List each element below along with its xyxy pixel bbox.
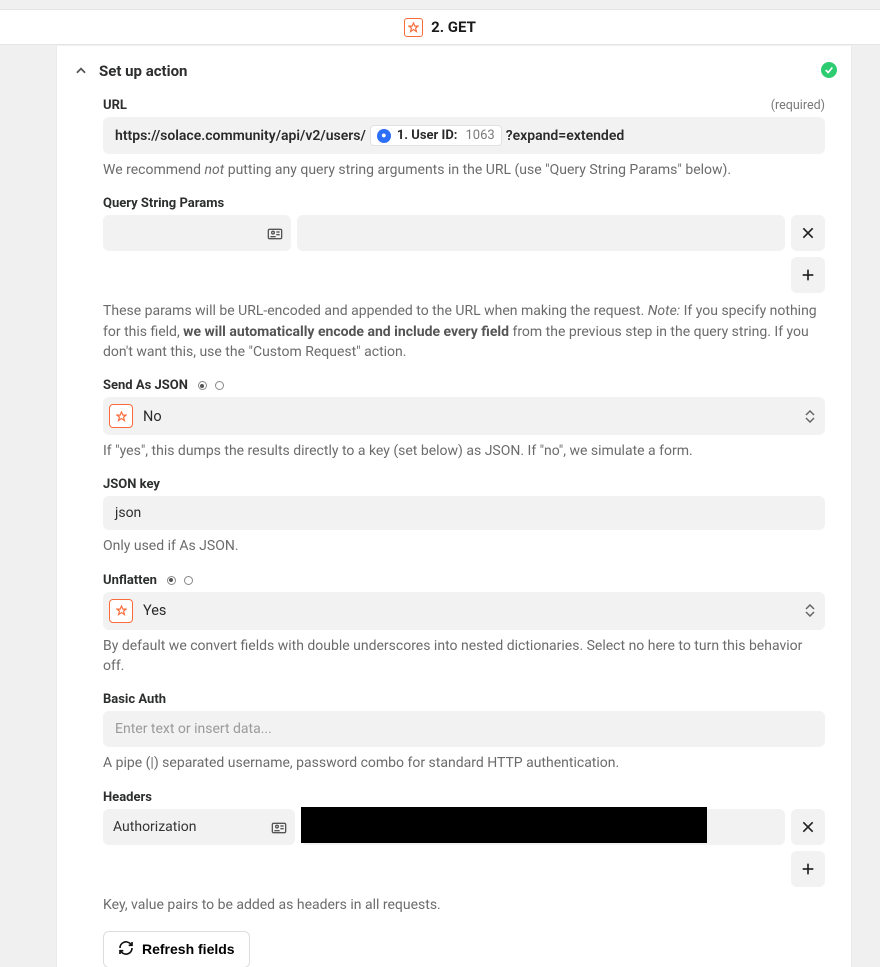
app-icon [109,599,133,623]
field-unflatten: Unflatten Yes [103,573,825,677]
send-json-radio-group[interactable] [198,381,224,390]
app-icon [404,18,423,37]
radio-option-1[interactable] [198,381,207,390]
header-value-input[interactable] [301,809,785,845]
basic-auth-helper: A pipe (|) separated username, password … [103,753,825,773]
url-label: URL [103,98,127,113]
qsp-key-text[interactable] [113,225,267,241]
insert-data-icon[interactable] [267,227,281,239]
status-success-icon [821,62,837,78]
token-value: 1063 [465,128,494,143]
basic-auth-input[interactable] [103,711,825,747]
step-header: 2. GET [0,9,880,45]
unflatten-value: Yes [143,602,166,619]
qsp-key-input[interactable] [103,215,291,251]
unflatten-select[interactable]: Yes [103,592,825,630]
refresh-icon [118,940,134,959]
url-token[interactable]: ● 1. User ID: 1063 [370,125,502,146]
qsp-label: Query String Params [103,196,825,211]
headers-helper: Key, value pairs to be added as headers … [103,895,825,915]
header-remove-button[interactable] [791,809,825,845]
insert-data-icon[interactable] [271,821,285,833]
header-key-input[interactable]: Authorization [103,809,295,845]
refresh-fields-button[interactable]: Refresh fields [103,931,250,967]
url-prefix: https://solace.community/api/v2/users/ [115,128,366,144]
action-panel: Set up action URL (required) https://sol… [56,46,852,967]
field-url: URL (required) https://solace.community/… [103,98,825,180]
unflatten-radio-group[interactable] [167,576,193,585]
select-caret-icon [805,410,815,423]
token-label: 1. User ID: [397,128,458,143]
section-header[interactable]: Set up action [73,62,825,80]
send-json-select[interactable]: No [103,397,825,435]
radio-option-2[interactable] [184,576,193,585]
header-key-text: Authorization [113,819,196,835]
json-key-value: json [115,505,141,521]
qsp-add-button[interactable] [791,257,825,293]
unflatten-helper: By default we convert fields with double… [103,636,825,677]
section-title: Set up action [99,62,187,80]
chevron-up-icon [73,63,89,79]
step-title: 2. GET [431,18,476,36]
field-headers: Headers Authorization [103,790,825,915]
refresh-fields-label: Refresh fields [142,941,235,957]
url-input[interactable]: https://solace.community/api/v2/users/ ●… [103,117,825,154]
redacted-value [301,807,707,843]
radio-option-2[interactable] [215,381,224,390]
send-json-label: Send As JSON [103,378,188,393]
json-key-input[interactable]: json [103,496,825,530]
qsp-value-text[interactable] [307,225,775,241]
token-source-icon: ● [377,129,391,143]
qsp-value-input[interactable] [297,215,785,251]
header-add-button[interactable] [791,851,825,887]
json-key-helper: Only used if As JSON. [103,536,825,556]
field-qsp: Query String Params [103,196,825,362]
app-icon [109,404,133,428]
headers-label: Headers [103,790,825,805]
unflatten-label: Unflatten [103,573,157,588]
url-required: (required) [771,98,825,113]
url-suffix: ?expand=extended [506,128,625,144]
qsp-remove-button[interactable] [791,215,825,251]
field-send-json: Send As JSON No [103,378,825,461]
send-json-helper: If "yes", this dumps the results directl… [103,441,825,461]
field-json-key: JSON key json Only used if As JSON. [103,477,825,556]
url-helper: We recommend not putting any query strin… [103,160,825,180]
basic-auth-label: Basic Auth [103,692,825,707]
field-basic-auth: Basic Auth A pipe (|) separated username… [103,692,825,773]
send-json-value: No [143,408,162,425]
radio-option-1[interactable] [167,576,176,585]
select-caret-icon [805,604,815,617]
qsp-helper: These params will be URL-encoded and app… [103,301,825,362]
json-key-label: JSON key [103,477,825,492]
